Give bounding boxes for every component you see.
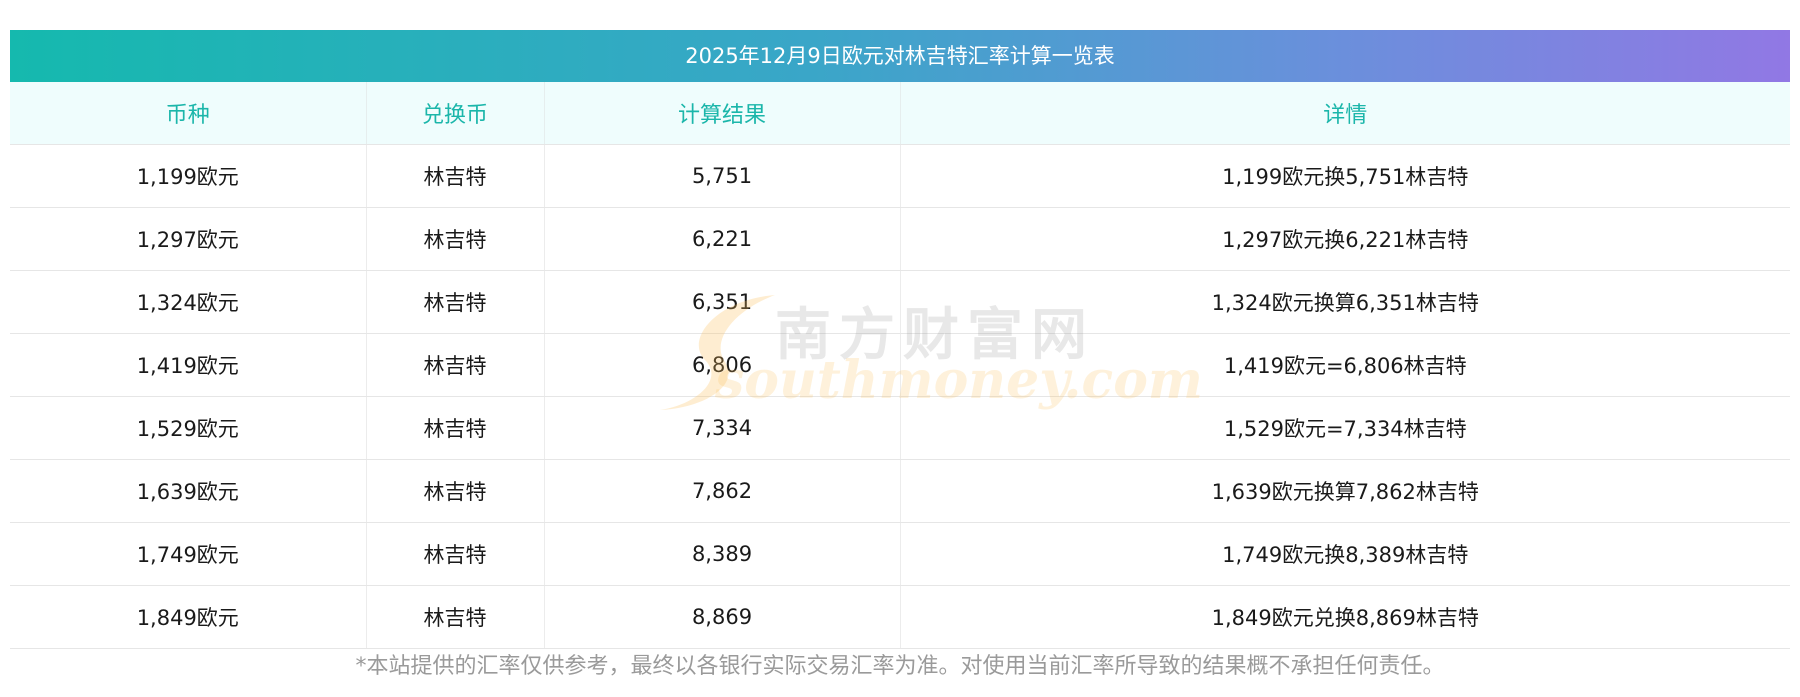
cell-target: 林吉特: [366, 207, 545, 271]
cell-detail: 1,199欧元换5,751林吉特: [900, 144, 1790, 208]
cell-result: 6,351: [544, 270, 901, 334]
table-row: 1,849欧元 林吉特 8,869 1,849欧元兑换8,869林吉特: [10, 585, 1790, 649]
cell-target: 林吉特: [366, 585, 545, 649]
table-row: 1,199欧元 林吉特 5,751 1,199欧元换5,751林吉特: [10, 144, 1790, 208]
header-currency: 币种: [10, 82, 367, 145]
cell-target: 林吉特: [366, 459, 545, 523]
cell-result: 6,806: [544, 333, 901, 397]
cell-currency: 1,419欧元: [10, 333, 367, 397]
table-row: 1,749欧元 林吉特 8,389 1,749欧元换8,389林吉特: [10, 522, 1790, 586]
header-target: 兑换币: [366, 82, 545, 145]
cell-result: 8,389: [544, 522, 901, 586]
table-row: 1,639欧元 林吉特 7,862 1,639欧元换算7,862林吉特: [10, 459, 1790, 523]
cell-detail: 1,749欧元换8,389林吉特: [900, 522, 1790, 586]
cell-detail: 1,419欧元=6,806林吉特: [900, 333, 1790, 397]
header-result: 计算结果: [544, 82, 901, 145]
cell-target: 林吉特: [366, 522, 545, 586]
table-row: 1,297欧元 林吉特 6,221 1,297欧元换6,221林吉特: [10, 207, 1790, 271]
table-row: 1,324欧元 林吉特 6,351 1,324欧元换算6,351林吉特: [10, 270, 1790, 334]
cell-target: 林吉特: [366, 333, 545, 397]
cell-result: 5,751: [544, 144, 901, 208]
cell-currency: 1,849欧元: [10, 585, 367, 649]
cell-currency: 1,749欧元: [10, 522, 367, 586]
cell-result: 6,221: [544, 207, 901, 271]
cell-currency: 1,529欧元: [10, 396, 367, 460]
cell-currency: 1,639欧元: [10, 459, 367, 523]
cell-detail: 1,324欧元换算6,351林吉特: [900, 270, 1790, 334]
header-detail: 详情: [900, 82, 1790, 145]
cell-detail: 1,639欧元换算7,862林吉特: [900, 459, 1790, 523]
cell-target: 林吉特: [366, 396, 545, 460]
cell-detail: 1,297欧元换6,221林吉特: [900, 207, 1790, 271]
rate-table-container: 2025年12月9日欧元对林吉特汇率计算一览表 币种 兑换币 计算结果 详情 1…: [10, 30, 1790, 649]
rate-table: 币种 兑换币 计算结果 详情 1,199欧元 林吉特 5,751 1,199欧元…: [10, 82, 1790, 649]
table-row: 1,419欧元 林吉特 6,806 1,419欧元=6,806林吉特: [10, 333, 1790, 397]
table-row: 1,529欧元 林吉特 7,334 1,529欧元=7,334林吉特: [10, 396, 1790, 460]
header-row: 币种 兑换币 计算结果 详情: [10, 82, 1790, 145]
cell-currency: 1,199欧元: [10, 144, 367, 208]
cell-result: 8,869: [544, 585, 901, 649]
cell-target: 林吉特: [366, 270, 545, 334]
cell-currency: 1,324欧元: [10, 270, 367, 334]
cell-detail: 1,849欧元兑换8,869林吉特: [900, 585, 1790, 649]
table-title: 2025年12月9日欧元对林吉特汇率计算一览表: [10, 30, 1790, 82]
cell-result: 7,862: [544, 459, 901, 523]
cell-target: 林吉特: [366, 144, 545, 208]
cell-detail: 1,529欧元=7,334林吉特: [900, 396, 1790, 460]
disclaimer-footnote: *本站提供的汇率仅供参考，最终以各银行实际交易汇率为准。对使用当前汇率所导致的结…: [355, 654, 1445, 679]
cell-currency: 1,297欧元: [10, 207, 367, 271]
cell-result: 7,334: [544, 396, 901, 460]
